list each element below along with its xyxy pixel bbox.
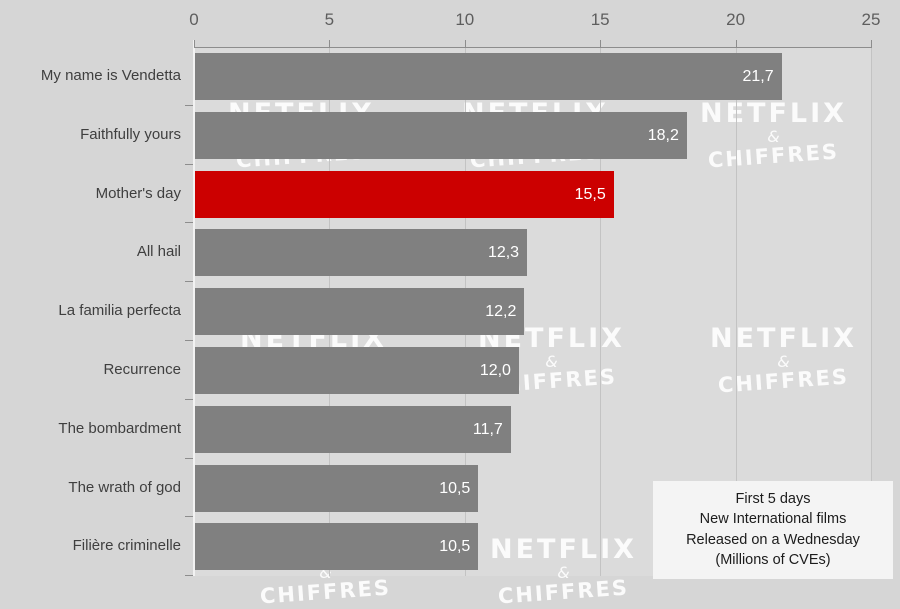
bar-container: 15,5: [194, 170, 614, 218]
x-tick-mark: [329, 40, 331, 48]
bar-container: 21,7: [194, 53, 782, 100]
bar-container: 18,2: [194, 111, 687, 159]
bar-row: All hail 12,3: [0, 223, 900, 283]
bar[interactable]: 12,3: [194, 229, 528, 277]
bar-container: 12,0: [194, 346, 519, 394]
bar[interactable]: 10,5: [194, 523, 479, 571]
x-tick-mark: [600, 40, 602, 48]
bar-row: The bombardment 11,7: [0, 400, 900, 459]
bar-value-label: 18,2: [647, 126, 679, 144]
bar-chart: NETFLIX&CHIFFRESNETFLIX&CHIFFRESNETFLIX&…: [0, 0, 900, 609]
bar-value-label: 10,5: [439, 538, 471, 556]
x-tick-label: 20: [726, 10, 746, 29]
bar-row: Mother's day 15,5: [0, 165, 900, 224]
x-tick-mark: [871, 40, 872, 48]
caption-line: (Millions of CVEs): [715, 551, 831, 568]
x-tick-label: 25: [861, 10, 881, 29]
bar-value-label: 15,5: [574, 185, 606, 203]
bar-row: Recurrence 12,0: [0, 341, 900, 400]
caption-line: First 5 days: [735, 491, 811, 507]
bar-row: La familia perfecta 12,2: [0, 282, 900, 341]
bar[interactable]: 10,5: [194, 464, 479, 512]
x-tick-mark: [735, 40, 737, 48]
x-tick-mark: [194, 40, 195, 48]
x-tick-label: 5: [324, 10, 335, 29]
category-label: Mother's day: [95, 184, 181, 202]
category-label: Recurrence: [103, 360, 181, 378]
caption-box: First 5 days New International films Relea…: [653, 481, 893, 580]
bar-value-label: 21,7: [742, 68, 774, 85]
x-tick-label: 15: [590, 10, 610, 29]
bar-container: 12,3: [194, 229, 528, 277]
bar-row: Faithfully yours 18,2: [0, 106, 900, 165]
category-label: My name is Vendetta: [40, 67, 181, 84]
category-label: The bombardment: [58, 419, 181, 437]
bar-value-label: 12,2: [485, 303, 517, 321]
bar-container: 11,7: [194, 405, 511, 453]
category-label: The wrath of god: [68, 478, 181, 496]
category-label: All hail: [136, 243, 181, 261]
bar[interactable]: 18,2: [194, 111, 687, 159]
bar[interactable]: 12,2: [194, 288, 525, 336]
x-tick-label: 0: [189, 10, 199, 29]
category-label: Filière criminelle: [72, 537, 181, 555]
x-tick-mark: [464, 40, 466, 48]
bar-value-label: 12,3: [487, 244, 520, 262]
bar-value-label: 10,5: [439, 479, 471, 497]
watermark-bottom-text: CHIFFRES: [497, 575, 630, 609]
x-axis-line: [194, 47, 871, 48]
bar-container: 10,5: [194, 464, 479, 512]
caption-line: Released on a Wednesday: [686, 531, 860, 548]
bar-row: My name is Vendetta 21,7: [0, 47, 900, 106]
bar[interactable]: 12,0: [194, 346, 519, 394]
bar[interactable]: 21,7: [194, 53, 782, 100]
watermark-bottom-text: CHIFFRES: [259, 575, 392, 609]
bar-value-label: 11,7: [472, 420, 503, 438]
category-label: La familia perfecta: [58, 302, 181, 320]
bar-highlighted[interactable]: 15,5: [194, 170, 614, 218]
bar-value-label: 12,0: [479, 361, 511, 379]
x-tick-label: 10: [455, 10, 475, 29]
y-axis-line: [193, 40, 195, 576]
bar[interactable]: 11,7: [194, 405, 511, 453]
bar-container: 10,5: [194, 523, 479, 571]
category-label: Faithfully yours: [80, 125, 181, 143]
bar-container: 12,2: [194, 288, 525, 336]
caption-line: New International films: [699, 511, 847, 528]
